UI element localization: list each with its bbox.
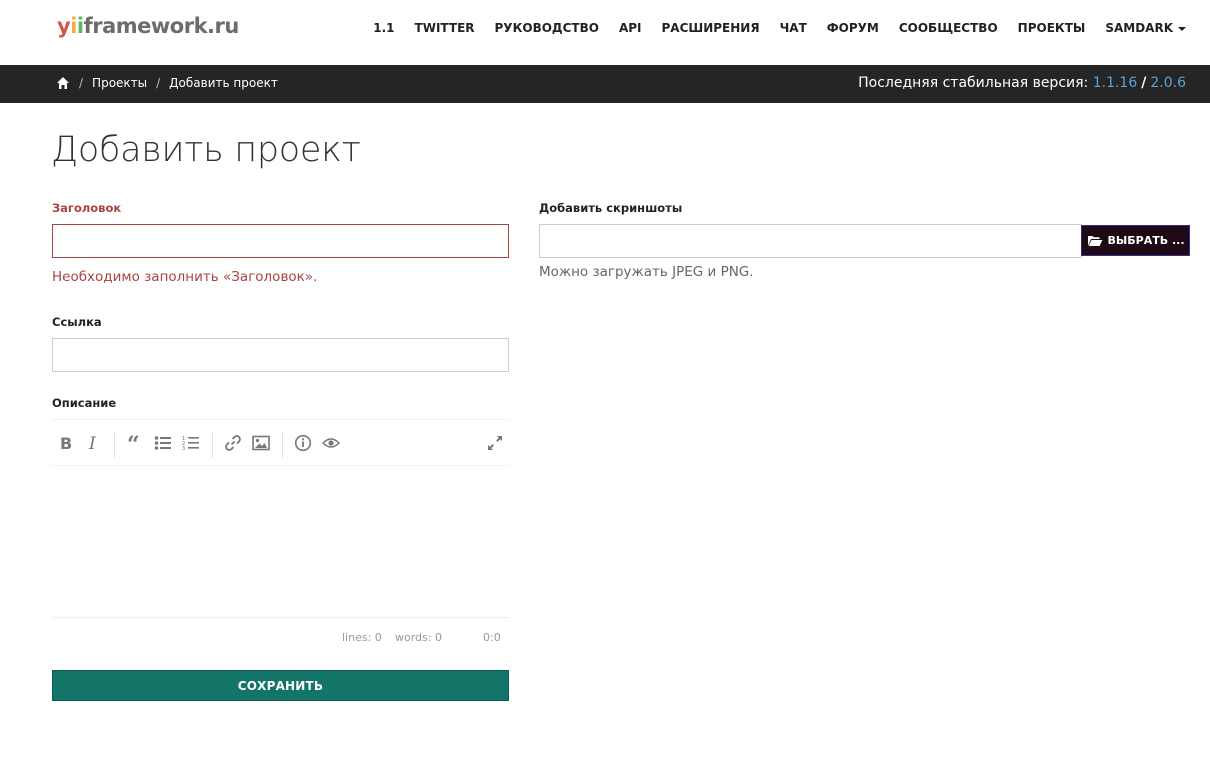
nav-item-twitter[interactable]: TWITTER xyxy=(415,21,475,35)
home-icon[interactable] xyxy=(56,76,70,90)
toolbar-divider xyxy=(212,432,213,458)
image-icon[interactable] xyxy=(250,432,272,454)
logo-text: framework.ru xyxy=(83,14,240,38)
nav-item-chat[interactable]: ЧАТ xyxy=(780,21,807,35)
nav-item-guide[interactable]: РУКОВОДСТВО xyxy=(495,21,599,35)
description-editor[interactable] xyxy=(52,467,509,617)
user-menu-label: SAMDARK xyxy=(1105,21,1173,35)
editor-lines-count: lines: 0 xyxy=(342,631,382,644)
breadcrumb-projects[interactable]: Проекты xyxy=(92,76,147,90)
nav-item-api[interactable]: API xyxy=(619,21,642,35)
main-menu: 1.1 TWITTER РУКОВОДСТВО API РАСШИРЕНИЯ Ч… xyxy=(353,21,1186,35)
breadcrumb: / Проекты / Добавить проект xyxy=(56,76,278,90)
editor-cursor-position: 0:0 xyxy=(483,631,501,644)
logo-letter-i1: i xyxy=(70,14,77,38)
page-title: Добавить проект xyxy=(51,130,361,170)
top-navbar: yiiframework.ru 1.1 TWITTER РУКОВОДСТВО … xyxy=(0,0,1210,65)
breadcrumb-separator: / xyxy=(79,76,84,90)
screenshots-file-input[interactable] xyxy=(539,224,1082,258)
choose-file-button[interactable]: ВЫБРАТЬ ... xyxy=(1081,225,1190,256)
nav-item-1-1[interactable]: 1.1 xyxy=(373,21,394,35)
breadcrumb-current: Добавить проект xyxy=(169,76,278,90)
link-icon[interactable] xyxy=(222,432,244,454)
nav-item-projects[interactable]: ПРОЕКТЫ xyxy=(1018,21,1086,35)
svg-text:I: I xyxy=(88,435,96,451)
svg-text:B: B xyxy=(60,435,72,451)
save-button[interactable]: СОХРАНИТЬ xyxy=(52,670,509,701)
caret-down-icon xyxy=(1178,26,1186,31)
toolbar-divider xyxy=(114,432,115,458)
svg-text:3: 3 xyxy=(182,446,185,451)
nav-item-extensions[interactable]: РАСШИРЕНИЯ xyxy=(662,21,760,35)
nav-item-community[interactable]: СООБЩЕСТВО xyxy=(899,21,998,35)
link-input[interactable] xyxy=(52,338,509,372)
info-icon[interactable] xyxy=(292,432,314,454)
svg-text:“: “ xyxy=(127,435,140,451)
preview-icon[interactable] xyxy=(320,432,342,454)
unordered-list-icon[interactable] xyxy=(152,432,174,454)
editor-words-count: words: 0 xyxy=(395,631,442,644)
nav-item-forum[interactable]: ФОРУМ xyxy=(827,21,879,35)
bold-icon[interactable]: B xyxy=(54,432,76,454)
user-menu-dropdown[interactable]: SAMDARK xyxy=(1105,21,1186,35)
fullscreen-icon[interactable] xyxy=(484,432,506,454)
logo-letter-i2: i xyxy=(76,14,84,38)
ordered-list-icon[interactable]: 1 2 3 xyxy=(180,432,202,454)
italic-icon[interactable]: I xyxy=(82,432,104,454)
title-error-message: Необходимо заполнить «Заголовок». xyxy=(52,269,318,285)
screenshots-help: Можно загружать JPEG и PNG. xyxy=(539,264,754,280)
quote-icon[interactable]: “ xyxy=(124,432,146,454)
stable-version: Последняя стабильная версия: 1.1.16/2.0.… xyxy=(858,75,1186,91)
version-link-1[interactable]: 1.1.16 xyxy=(1093,75,1138,91)
toolbar-divider xyxy=(282,432,283,458)
version-label: Последняя стабильная версия: xyxy=(858,75,1089,91)
breadcrumb-separator: / xyxy=(156,76,161,90)
breadcrumb-bar: / Проекты / Добавить проект Последняя ст… xyxy=(0,65,1210,103)
link-label: Ссылка xyxy=(52,315,102,329)
logo-letter-y: y xyxy=(57,14,71,38)
version-link-2[interactable]: 2.0.6 xyxy=(1150,75,1186,91)
version-separator: / xyxy=(1141,75,1147,91)
editor-toolbar: B I “ 1 2 3 xyxy=(52,419,509,466)
title-label: Заголовок xyxy=(52,201,122,215)
choose-file-label: ВЫБРАТЬ ... xyxy=(1107,234,1185,247)
folder-open-icon xyxy=(1087,236,1102,246)
screenshots-label: Добавить скриншоты xyxy=(539,201,683,215)
site-logo[interactable]: yiiframework.ru xyxy=(57,14,239,38)
editor-statusbar: lines: 0 words: 0 0:0 xyxy=(52,617,509,655)
title-input[interactable] xyxy=(52,224,509,258)
description-label: Описание xyxy=(52,396,117,410)
